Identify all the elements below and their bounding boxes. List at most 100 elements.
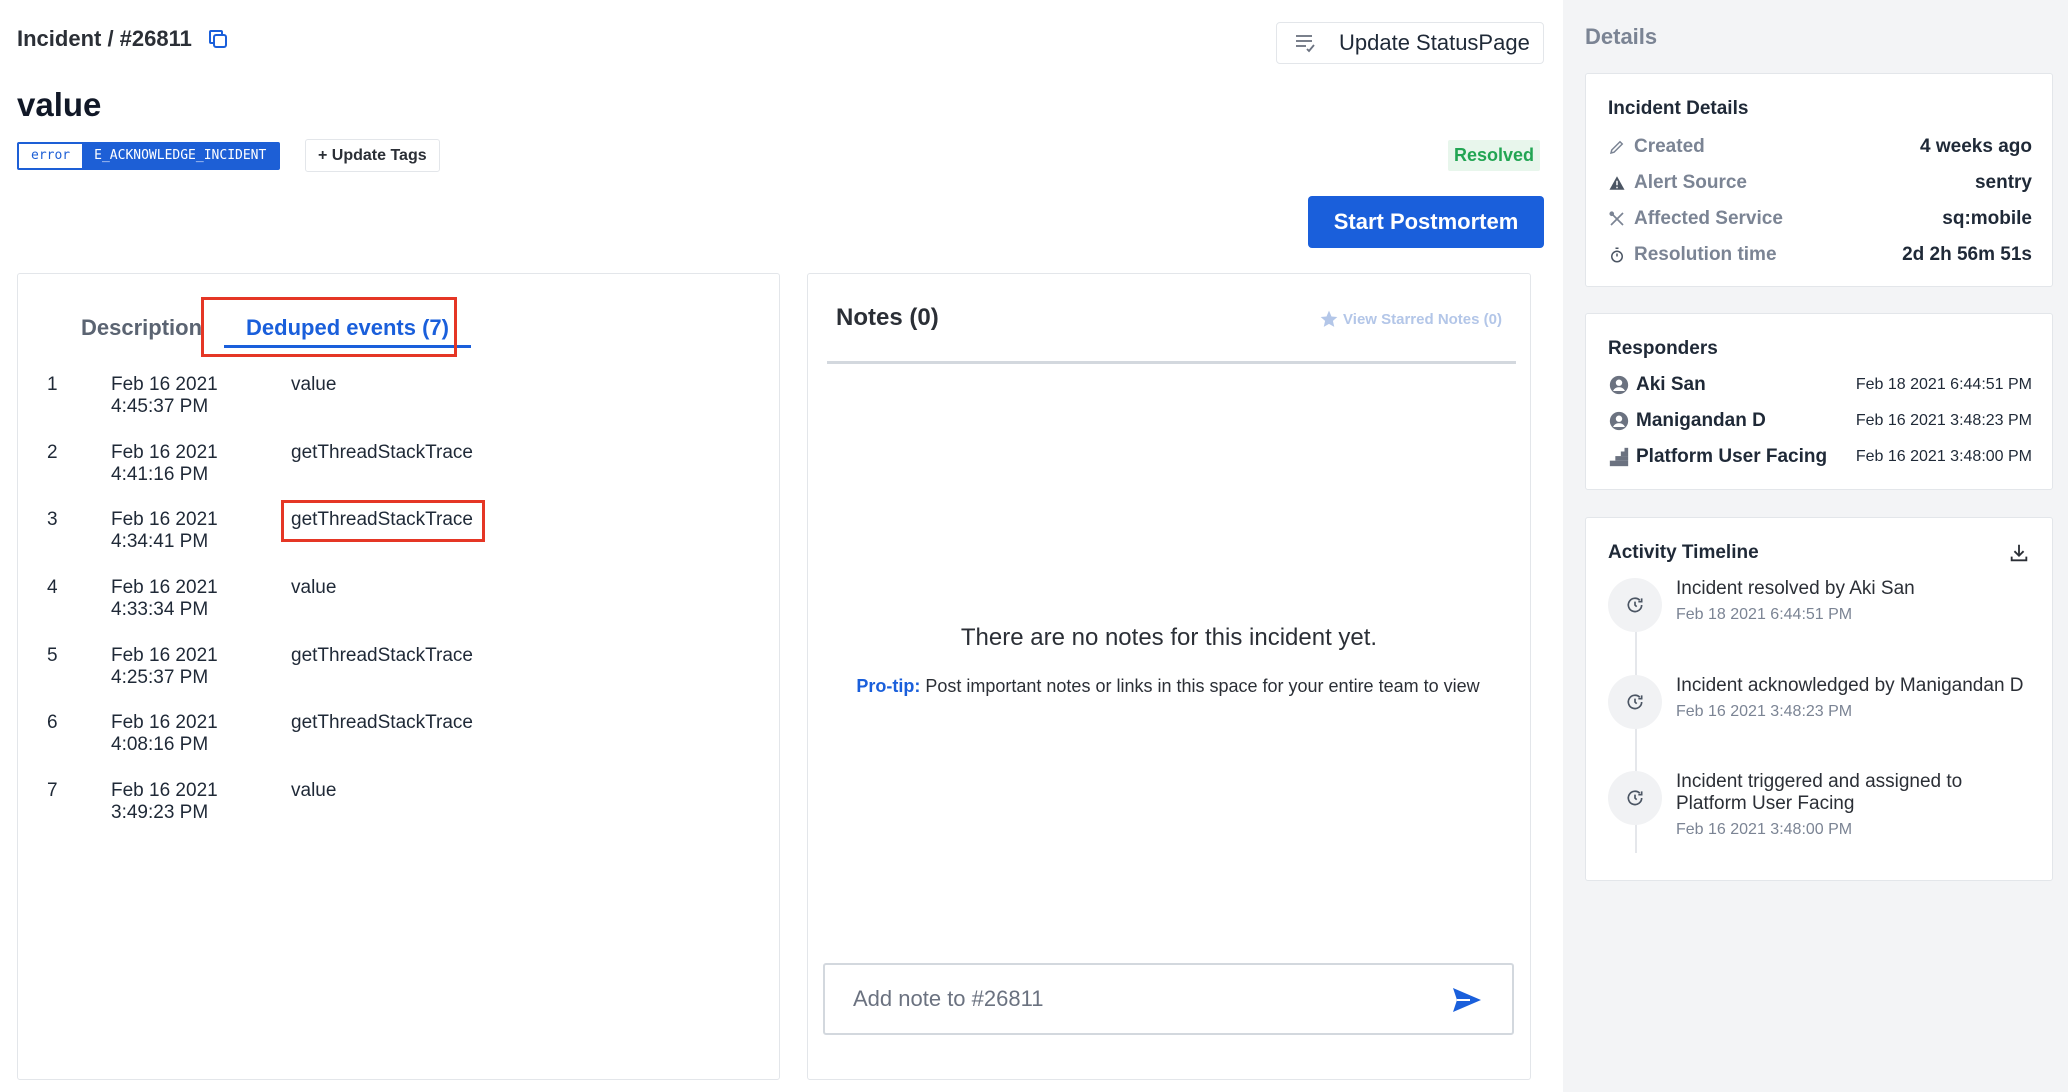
notes-divider — [827, 361, 1516, 364]
download-icon[interactable] — [2008, 542, 2030, 564]
escalation-icon — [1608, 446, 1630, 468]
incident-details-card: Incident Details Created 4 weeks ago Ale… — [1585, 73, 2053, 287]
event-date: Feb 16 2021 — [111, 645, 218, 666]
history-icon — [1608, 675, 1662, 729]
responder-row[interactable]: Aki San Feb 18 2021 6:44:51 PM — [1608, 374, 2032, 400]
list-item[interactable]: 7 Feb 16 2021 3:49:23 PM value — [18, 780, 779, 840]
responder-row[interactable]: Platform User Facing Feb 16 2021 3:48:00… — [1608, 446, 2032, 472]
detail-value: 2d 2h 56m 51s — [1902, 244, 2032, 265]
send-icon[interactable] — [1452, 987, 1482, 1013]
history-icon — [1608, 578, 1662, 632]
detail-key: Affected Service — [1608, 208, 1783, 230]
star-icon — [1319, 309, 1339, 329]
events-card: Description Deduped events (7) 1 Feb 16 … — [17, 273, 780, 1080]
event-number: 6 — [47, 712, 58, 733]
timeline-text: Incident acknowledged by Manigandan D Fe… — [1676, 675, 2032, 723]
empty-notes-message: There are no notes for this incident yet… — [960, 624, 1378, 651]
event-datetime: Feb 16 2021 4:45:37 PM — [111, 374, 218, 418]
timeline-event: Incident resolved by Aki San — [1676, 578, 1915, 599]
timeline-time: Feb 18 2021 6:44:51 PM — [1676, 606, 1853, 623]
incident-details-heading: Incident Details — [1608, 98, 1749, 119]
list-item[interactable]: 1 Feb 16 2021 4:45:37 PM value — [18, 374, 779, 434]
detail-key-label: Created — [1634, 136, 1705, 157]
update-statuspage-button[interactable]: Update StatusPage — [1276, 22, 1544, 64]
responder-name-wrap: Aki San — [1608, 374, 1706, 396]
event-number: 7 — [47, 780, 58, 801]
responder-name: Manigandan D — [1636, 410, 1766, 431]
event-datetime: Feb 16 2021 4:25:37 PM — [111, 645, 218, 689]
activity-heading: Activity Timeline — [1608, 542, 1759, 563]
start-postmortem-button[interactable]: Start Postmortem — [1308, 196, 1544, 248]
history-icon — [1608, 771, 1662, 825]
event-time: 4:45:37 PM — [111, 396, 209, 417]
responder-name-wrap: Platform User Facing — [1608, 446, 1827, 468]
detail-key-label: Affected Service — [1634, 208, 1783, 229]
sidebar-title: Details — [1585, 24, 1658, 49]
view-starred-notes-link[interactable]: View Starred Notes (0) — [1319, 309, 1502, 329]
responders-card: Responders Aki San Feb 18 2021 6:44:51 P… — [1585, 313, 2053, 490]
responder-time: Feb 16 2021 3:48:23 PM — [1855, 412, 2032, 429]
tag-key: error — [19, 144, 83, 168]
detail-value: 4 weeks ago — [1920, 136, 2032, 157]
event-datetime: Feb 16 2021 3:49:23 PM — [111, 780, 218, 824]
status-badge[interactable]: Resolved — [1448, 140, 1541, 171]
event-message: getThreadStackTrace — [291, 645, 473, 666]
event-date: Feb 16 2021 — [111, 780, 218, 801]
list-item[interactable]: 6 Feb 16 2021 4:08:16 PM getThreadStackTr… — [18, 712, 779, 772]
event-time: 4:41:16 PM — [111, 464, 209, 485]
timeline-event: Incident acknowledged by Manigandan D — [1676, 675, 2024, 696]
detail-key-label: Alert Source — [1634, 172, 1747, 193]
error-tag[interactable]: error E_ACKNOWLEDGE_INCIDENT — [17, 142, 281, 170]
responder-name-wrap: Manigandan D — [1608, 410, 1766, 432]
highlight-box-event — [281, 500, 485, 542]
copy-icon[interactable] — [206, 27, 230, 51]
highlight-box-tab — [201, 297, 457, 357]
event-message: value — [291, 374, 337, 395]
page-title: value — [17, 86, 102, 123]
activity-timeline-card: Activity Timeline Incident resolved by A… — [1585, 517, 2053, 881]
responder-name: Aki San — [1636, 374, 1706, 395]
event-time: 3:49:23 PM — [111, 802, 209, 823]
protip: Pro-tip: Post important notes or links i… — [838, 670, 1498, 702]
event-date: Feb 16 2021 — [111, 374, 218, 395]
responder-time: Feb 18 2021 6:44:51 PM — [1855, 376, 2032, 393]
responder-row[interactable]: Manigandan D Feb 16 2021 3:48:23 PM — [1608, 410, 2032, 436]
event-message: getThreadStackTrace — [291, 712, 473, 733]
tab-description[interactable]: Description — [63, 308, 224, 348]
event-time: 4:33:34 PM — [111, 599, 209, 620]
timeline-time: Feb 16 2021 3:48:23 PM — [1676, 703, 1853, 720]
note-composer — [823, 963, 1514, 1035]
detail-alert-source: Alert Source sentry — [1608, 172, 2032, 198]
event-message: value — [291, 577, 337, 598]
event-number: 3 — [47, 509, 58, 530]
event-time: 4:25:37 PM — [111, 667, 209, 688]
user-icon — [1608, 410, 1630, 432]
event-date: Feb 16 2021 — [111, 442, 218, 463]
list-item[interactable]: 2 Feb 16 2021 4:41:16 PM getThreadStackTr… — [18, 442, 779, 502]
timeline-text: Incident resolved by Aki San Feb 18 2021… — [1676, 578, 2032, 626]
detail-key: Resolution time — [1608, 244, 1777, 266]
pencil-icon — [1608, 138, 1626, 156]
detail-key: Alert Source — [1608, 172, 1747, 194]
update-tags-button[interactable]: + Update Tags — [305, 139, 440, 172]
detail-value: sq:mobile — [1942, 208, 2032, 229]
breadcrumb: Incident / #26811 — [17, 26, 230, 52]
note-input[interactable] — [825, 965, 1425, 1033]
statuspage-icon — [1293, 31, 1317, 55]
event-time: 4:08:16 PM — [111, 734, 209, 755]
list-item[interactable]: 4 Feb 16 2021 4:33:34 PM value — [18, 577, 779, 637]
user-icon — [1608, 374, 1630, 396]
detail-key-label: Resolution time — [1634, 244, 1777, 265]
list-item[interactable]: 5 Feb 16 2021 4:25:37 PM getThreadStackTr… — [18, 645, 779, 705]
notes-card: Notes (0) View Starred Notes (0) There a… — [807, 273, 1531, 1080]
responder-name: Platform User Facing — [1636, 446, 1828, 467]
timeline-event: Incident triggered and assigned to Platf… — [1676, 771, 1963, 814]
event-number: 4 — [47, 577, 58, 598]
event-datetime: Feb 16 2021 4:33:34 PM — [111, 577, 218, 621]
notes-title: Notes (0) — [836, 304, 939, 331]
event-datetime: Feb 16 2021 4:34:41 PM — [111, 509, 218, 553]
detail-resolution-time: Resolution time 2d 2h 56m 51s — [1608, 244, 2032, 270]
timeline-text: Incident triggered and assigned to Platf… — [1676, 771, 2032, 841]
tools-icon — [1608, 210, 1626, 228]
breadcrumb-text: Incident / #26811 — [17, 26, 192, 51]
